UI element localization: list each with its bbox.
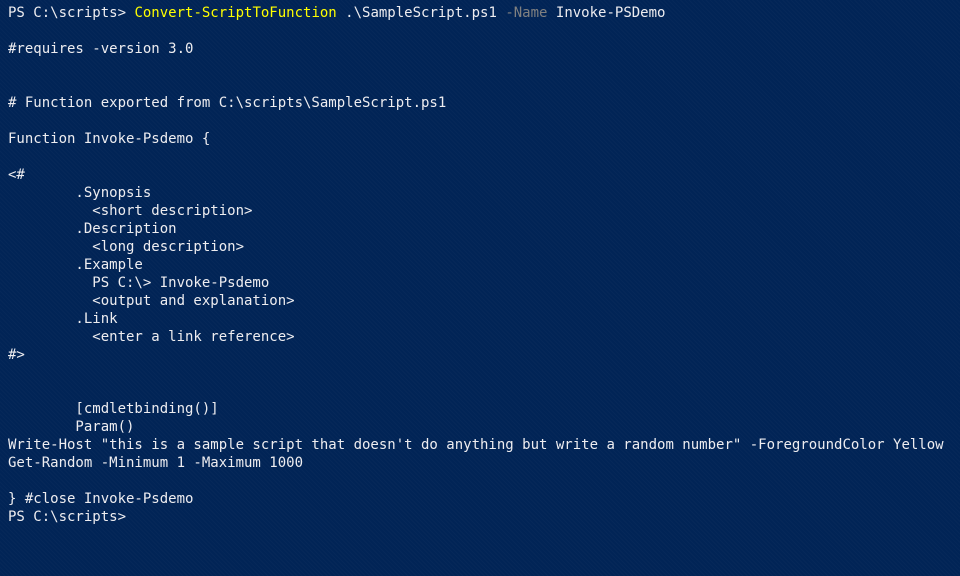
output-line: [cmdletbinding()] xyxy=(8,400,952,418)
output-line: .Description xyxy=(8,220,952,238)
output-line xyxy=(8,382,952,400)
argument-path: .\SampleScript.ps1 xyxy=(337,5,497,21)
output-line: Function Invoke-Psdemo { xyxy=(8,130,952,148)
parameter-name: -Name xyxy=(497,5,548,21)
output-line: .Link xyxy=(8,310,952,328)
output-line: <output and explanation> xyxy=(8,292,952,310)
output-line: } #close Invoke-Psdemo xyxy=(8,490,952,508)
output-line xyxy=(8,364,952,382)
output-line: Get-Random -Minimum 1 -Maximum 1000 xyxy=(8,454,952,472)
output-line: <enter a link reference> xyxy=(8,328,952,346)
output-line: Write-Host "this is a sample script that… xyxy=(8,436,952,454)
output-line xyxy=(8,472,952,490)
output-line xyxy=(8,112,952,130)
output-line: <long description> xyxy=(8,238,952,256)
output-line xyxy=(8,58,952,76)
output-line: .Synopsis xyxy=(8,184,952,202)
output-line xyxy=(8,148,952,166)
output-line: <# xyxy=(8,166,952,184)
prompt-line-2: PS C:\scripts> xyxy=(8,508,952,526)
output-line: PS C:\> Invoke-Psdemo xyxy=(8,274,952,292)
output-line xyxy=(8,76,952,94)
argument-value: Invoke-PSDemo xyxy=(547,5,665,21)
cmdlet-name: Convert-ScriptToFunction xyxy=(134,5,336,21)
output-line: #> xyxy=(8,346,952,364)
prompt-prefix: PS C:\scripts> xyxy=(8,5,134,21)
output-line: # Function exported from C:\scripts\Samp… xyxy=(8,94,952,112)
output-line: Param() xyxy=(8,418,952,436)
command-line-1: PS C:\scripts> Convert-ScriptToFunction … xyxy=(8,4,952,22)
output-line: <short description> xyxy=(8,202,952,220)
output-line: .Example xyxy=(8,256,952,274)
blank-line xyxy=(8,22,952,40)
output-line: #requires -version 3.0 xyxy=(8,40,952,58)
powershell-console[interactable]: PS C:\scripts> Convert-ScriptToFunction … xyxy=(0,0,960,530)
